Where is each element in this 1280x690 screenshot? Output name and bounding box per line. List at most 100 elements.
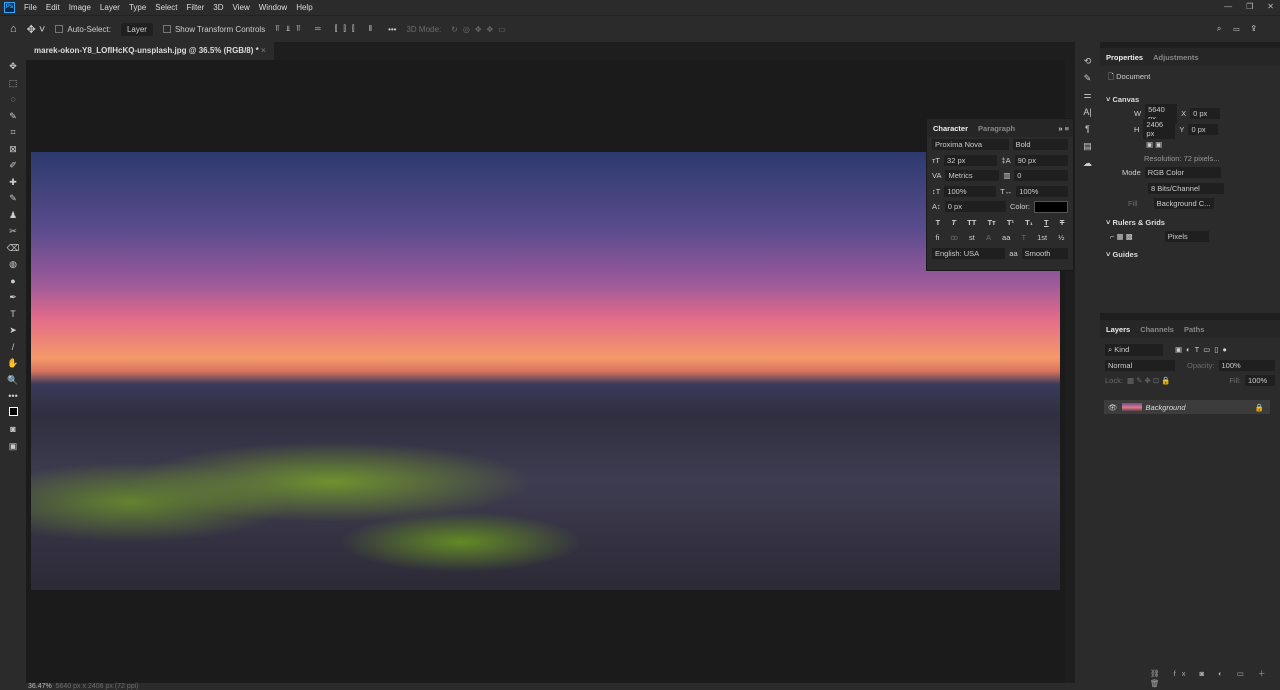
tab-layers[interactable]: Layers <box>1106 325 1130 334</box>
layer-row[interactable]: 👁Background🔒 <box>1104 400 1270 414</box>
vertical-scale-field[interactable]: 100% <box>944 186 996 197</box>
baseline-shift-field[interactable]: 0 px <box>945 201 1006 212</box>
more-options-button[interactable]: ••• <box>388 25 396 34</box>
menu-select[interactable]: Select <box>155 3 177 12</box>
language-select[interactable]: English: USA <box>932 248 1005 259</box>
type-tool-icon[interactable]: T <box>10 308 16 321</box>
menu-file[interactable]: File <box>24 3 37 12</box>
eyedropper-tool-icon[interactable]: ✐ <box>9 159 17 172</box>
paragraph-panel-icon[interactable]: ¶ <box>1085 124 1090 136</box>
mode-select[interactable]: RGB Color <box>1145 167 1221 178</box>
layer-actions-icons[interactable]: ⛓ fx ◙ ◐ ▭ ＋ 🗑 <box>1150 668 1280 688</box>
fractions-button[interactable]: ½ <box>1058 233 1064 242</box>
quick-mask-icon[interactable]: ◙ <box>10 423 15 436</box>
stylistic-alternates-button[interactable]: aa <box>1002 233 1010 242</box>
dodge-tool-icon[interactable]: ● <box>10 275 15 288</box>
swash-button[interactable]: A <box>986 233 991 242</box>
all-caps-button[interactable]: TT <box>967 218 976 227</box>
faux-italic-button[interactable]: T <box>951 218 956 227</box>
path-select-tool-icon[interactable]: ➤ <box>9 324 17 337</box>
stamp-tool-icon[interactable]: ♟ <box>9 209 17 222</box>
libraries-icon[interactable]: ▤ <box>1083 141 1092 153</box>
tab-adjustments[interactable]: Adjustments <box>1153 53 1198 62</box>
orientation-buttons[interactable]: ▣ ▣ <box>1100 137 1280 152</box>
marquee-tool-icon[interactable]: ⬚ <box>9 77 18 90</box>
font-size-field[interactable]: 32 px <box>944 155 997 166</box>
menu-image[interactable]: Image <box>69 3 91 12</box>
discretionary-ligatures-button[interactable]: st <box>969 233 975 242</box>
faux-bold-button[interactable]: T <box>936 218 941 227</box>
kerning-field[interactable]: Metrics <box>945 170 999 181</box>
guides-section[interactable]: ˅ Guides <box>1100 244 1280 261</box>
move-tool-icon[interactable]: ✥ ˅ <box>27 23 46 36</box>
crop-tool-icon[interactable]: ⌗ <box>10 126 15 139</box>
tracking-field[interactable]: 0 <box>1014 170 1068 181</box>
units-select[interactable]: Pixels <box>1165 231 1209 242</box>
panel-menu-icon[interactable]: » ≡ <box>1058 124 1069 133</box>
old-style-button[interactable]: ꝏ <box>950 233 958 242</box>
color-swatches-icon[interactable] <box>9 407 18 420</box>
gradient-tool-icon[interactable]: ◍ <box>9 258 17 271</box>
x-field[interactable]: 0 px <box>1190 108 1220 119</box>
menu-layer[interactable]: Layer <box>100 3 120 12</box>
font-family-select[interactable]: Proxima Nova <box>932 139 1009 150</box>
zoom-level[interactable]: 36.47% <box>28 683 52 690</box>
history-brush-icon[interactable]: ✂ <box>9 225 17 238</box>
adjustments-icon[interactable]: ⚌ <box>1083 90 1091 102</box>
titling-button[interactable]: T <box>1021 233 1026 242</box>
menu-filter[interactable]: Filter <box>187 3 205 12</box>
move-tool-icon[interactable]: ✥ <box>9 60 17 73</box>
underline-button[interactable]: T <box>1044 218 1049 227</box>
eraser-tool-icon[interactable]: ⌫ <box>7 242 20 255</box>
bit-depth-select[interactable]: 8 Bits/Channel <box>1148 183 1224 194</box>
restore-icon[interactable]: ❐ <box>1246 2 1253 11</box>
antialias-select[interactable]: Smooth <box>1022 248 1068 259</box>
auto-select-checkbox[interactable]: Auto-Select: <box>55 25 111 34</box>
lock-icons[interactable]: ▩ ✎ ✥ ⊡ 🔒 <box>1127 376 1171 385</box>
y-field[interactable]: 0 px <box>1188 124 1218 135</box>
show-transform-checkbox[interactable]: Show Transform Controls <box>163 25 265 34</box>
home-icon[interactable]: ⌂ <box>10 23 17 35</box>
tab-character[interactable]: Character <box>933 124 968 133</box>
menu-help[interactable]: Help <box>296 3 312 12</box>
zoom-tool-icon[interactable]: 🔍 <box>7 374 18 387</box>
ordinals-button[interactable]: 1st <box>1037 233 1047 242</box>
menu-view[interactable]: View <box>233 3 250 12</box>
screen-mode-icon[interactable]: ▣ <box>9 440 18 453</box>
menu-type[interactable]: Type <box>129 3 146 12</box>
text-color-swatch[interactable] <box>1034 201 1068 213</box>
document-image[interactable] <box>31 152 1060 590</box>
tab-channels[interactable]: Channels <box>1140 325 1174 334</box>
horizontal-scale-field[interactable]: 100% <box>1016 186 1068 197</box>
more-tools-icon[interactable]: ••• <box>8 390 17 403</box>
search-workspace-icons[interactable]: ⌕▭⇪ <box>1217 24 1268 34</box>
fill-select[interactable]: Background C... <box>1154 198 1214 209</box>
menu-3d[interactable]: 3D <box>213 3 223 12</box>
menu-window[interactable]: Window <box>259 3 287 12</box>
layer-select[interactable]: Layer <box>121 23 153 36</box>
pen-tool-icon[interactable]: ✒ <box>9 291 17 304</box>
tab-paragraph[interactable]: Paragraph <box>978 124 1015 133</box>
font-style-select[interactable]: Bold <box>1013 139 1068 150</box>
menu-edit[interactable]: Edit <box>46 3 60 12</box>
close-tab-icon[interactable]: × <box>261 46 266 55</box>
superscript-button[interactable]: T¹ <box>1007 218 1014 227</box>
leading-field[interactable]: 90 px <box>1015 155 1068 166</box>
filter-icons[interactable]: ▣◐T▭▯● <box>1175 345 1231 354</box>
character-panel-icon[interactable]: A| <box>1083 107 1091 119</box>
document-tab[interactable]: marek-okon-Y8_LOflHcKQ-unsplash.jpg @ 36… <box>26 42 274 60</box>
line-tool-icon[interactable]: / <box>12 341 15 354</box>
height-field[interactable]: 2406 px <box>1143 119 1175 139</box>
rulers-icon[interactable]: ⌐ ▦ ▩ <box>1110 232 1133 241</box>
cloud-icon[interactable]: ☁ <box>1083 158 1092 170</box>
tab-properties[interactable]: Properties <box>1106 53 1143 62</box>
subscript-button[interactable]: T₁ <box>1025 218 1033 227</box>
minimize-icon[interactable]: — <box>1224 2 1232 11</box>
align-icons[interactable]: ⫪⫫⫪ ═ ⫿⫿⫿ ‖ <box>275 24 378 34</box>
brush-tool-icon[interactable]: ✎ <box>9 192 17 205</box>
small-caps-button[interactable]: Tт <box>987 218 995 227</box>
brush-settings-icon[interactable]: ✎ <box>1084 73 1092 85</box>
visibility-eye-icon[interactable]: 👁 <box>1108 403 1118 412</box>
blend-mode-select[interactable]: Normal <box>1105 360 1175 371</box>
canvas-section[interactable]: ˅ Canvas <box>1100 89 1280 106</box>
